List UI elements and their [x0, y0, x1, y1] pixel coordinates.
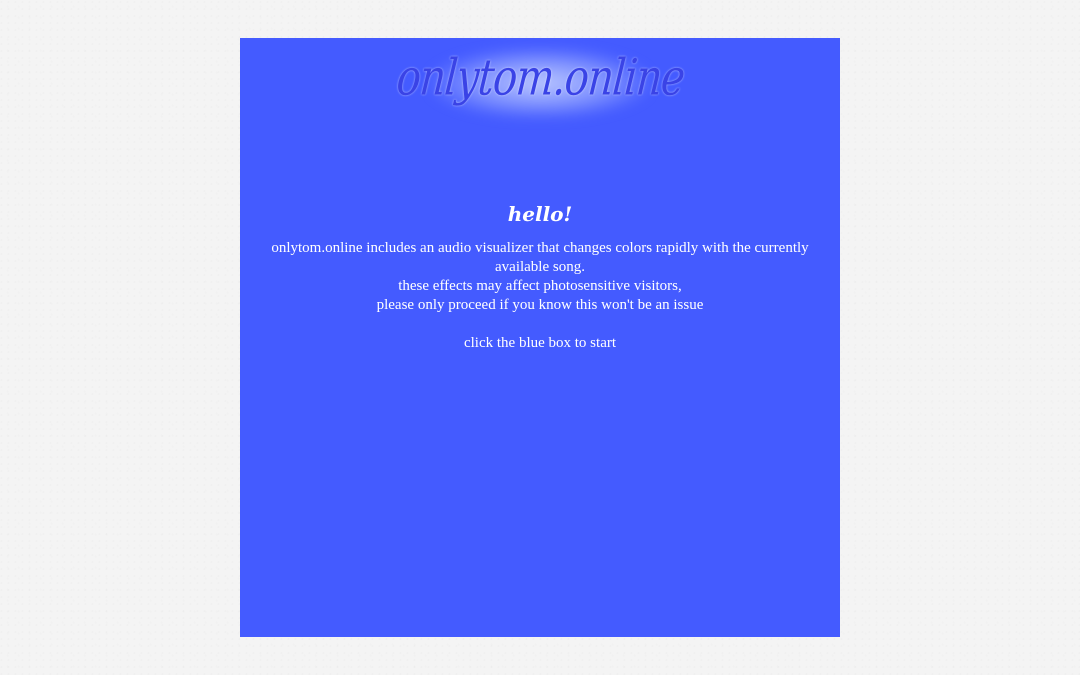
- photosensitive-warning: these effects may affect photosensitive …: [398, 278, 682, 294]
- page: onlytom.online hello! onlytom.online inc…: [0, 0, 1080, 675]
- logo-text: onlytom.online: [394, 49, 686, 107]
- start-instruction: click the blue box to start: [463, 335, 617, 351]
- start-blue-box[interactable]: onlytom.online hello! onlytom.online inc…: [240, 38, 840, 637]
- proceed-warning: please only proceed if you know this won…: [376, 297, 704, 313]
- visualizer-notice: onlytom.online includes an audio visuali…: [271, 240, 809, 275]
- warning-message: onlytom.online includes an audio visuali…: [260, 239, 820, 353]
- hello-heading: hello!: [507, 202, 573, 226]
- site-logo: onlytom.online: [394, 38, 686, 118]
